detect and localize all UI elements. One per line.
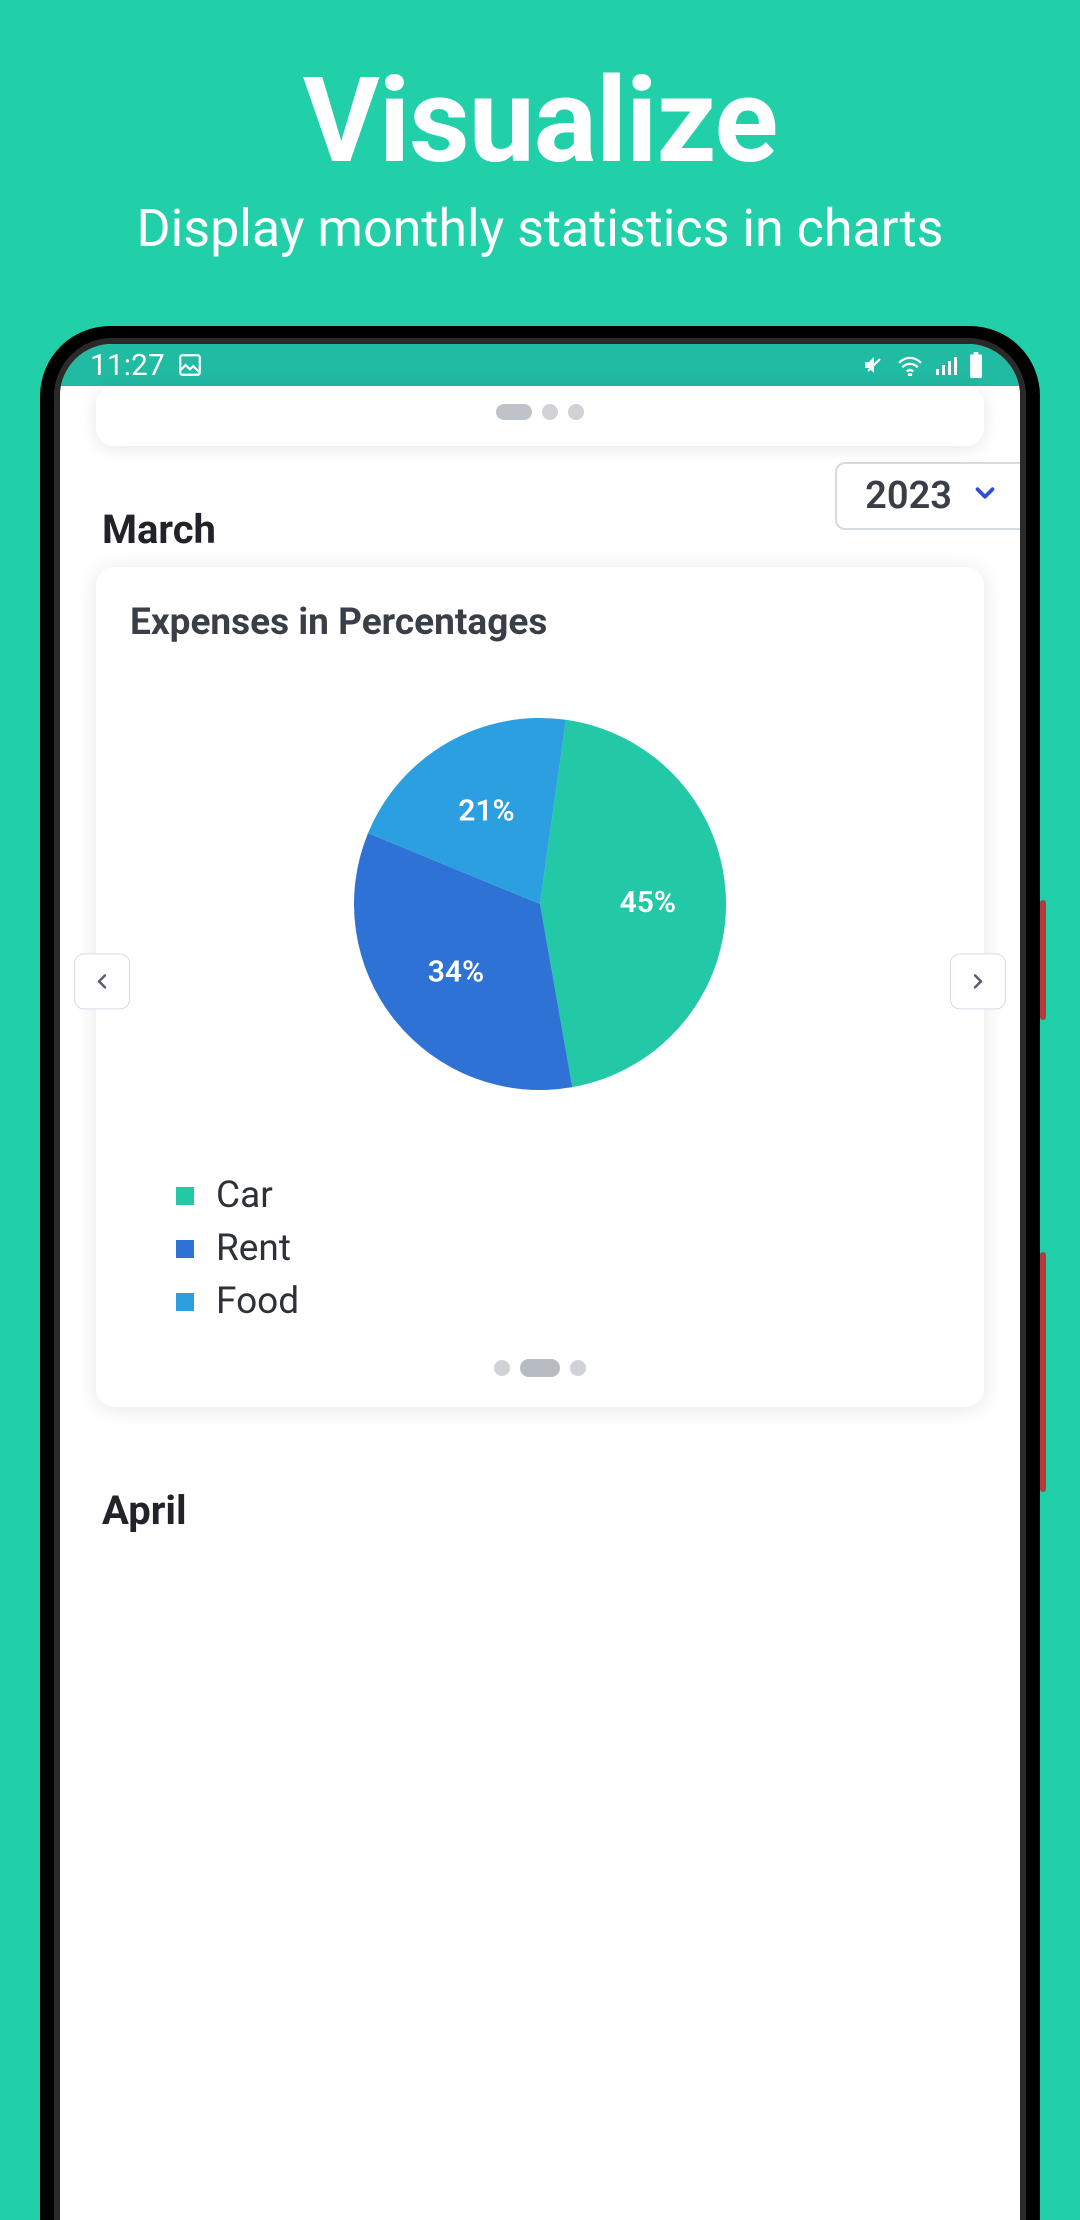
pagination-dot[interactable] [568,404,584,420]
legend-label: Rent [216,1227,291,1270]
pagination-dot-active[interactable] [496,404,532,420]
phone-side-button [1040,900,1046,1020]
signal-icon [934,355,958,375]
chevron-right-icon [966,969,990,993]
legend-item[interactable]: Food [176,1280,950,1323]
phone-side-button [1040,1252,1046,1492]
phone-frame: 11:27 [40,326,1040,2220]
legend-item[interactable]: Rent [176,1227,950,1270]
legend-item[interactable]: Car [176,1174,950,1217]
battery-icon [968,352,984,378]
expenses-card: Expenses in Percentages 45% 34% 21% Car Ren… [96,567,984,1407]
legend-swatch [176,1187,194,1205]
chevron-left-icon [90,969,114,993]
slice-label: 21% [458,793,514,828]
status-bar: 11:27 [60,344,1020,386]
slice-label: 45% [620,885,676,920]
hero-title: Visualize [0,0,1080,190]
month-label: March [102,506,216,553]
pagination-dots[interactable] [96,404,984,420]
expenses-pie-chart: 45% 34% 21% [320,684,760,1124]
content-area[interactable]: March 2023 Expenses in Percentages [60,386,1020,2220]
image-icon [177,352,203,378]
phone-screen: 11:27 [60,344,1020,2220]
wifi-icon [896,354,924,376]
legend-swatch [176,1293,194,1311]
card-top-peek [96,386,984,446]
next-month-label: April [60,1437,1020,1534]
year-dropdown[interactable]: 2023 [835,462,1020,530]
legend-label: Food [216,1280,299,1323]
pagination-dot[interactable] [570,1360,586,1376]
slice-label: 34% [428,955,484,990]
chart-legend: Car Rent Food [176,1174,950,1323]
pagination-dot[interactable] [542,404,558,420]
phone-bezel: 11:27 [54,338,1026,2220]
next-chart-button[interactable] [950,953,1006,1009]
pagination-dot-active[interactable] [520,1359,560,1377]
prev-chart-button[interactable] [74,953,130,1009]
mute-icon [862,353,886,377]
chevron-down-icon [970,474,1000,518]
legend-swatch [176,1240,194,1258]
pagination-dot[interactable] [494,1360,510,1376]
card-title: Expenses in Percentages [130,601,950,644]
status-time: 11:27 [90,348,165,383]
year-value: 2023 [865,474,952,518]
hero-subtitle: Display monthly statistics in charts [0,190,1080,259]
legend-label: Car [216,1174,273,1217]
pagination-dots[interactable] [130,1359,950,1377]
